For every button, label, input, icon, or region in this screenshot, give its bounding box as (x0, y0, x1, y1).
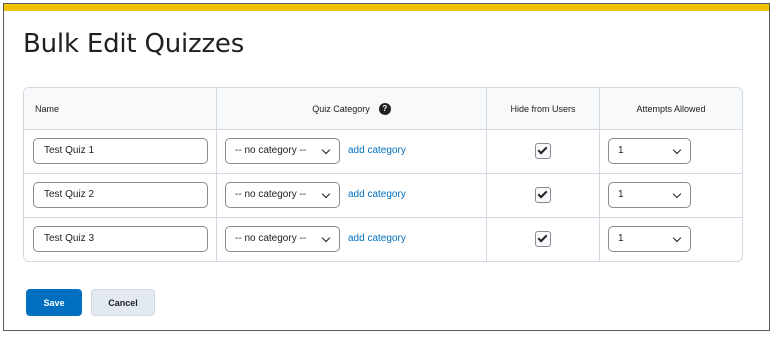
category-select[interactable]: -- no category -- (225, 182, 340, 208)
header-attempts: Attempts Allowed (636, 103, 706, 114)
quiz-name-input[interactable]: Test Quiz 1 (33, 138, 208, 164)
attempts-select-value: 1 (618, 189, 624, 200)
category-select-value: -- no category -- (235, 233, 307, 244)
table-row: Test Quiz 3 -- no category -- add catego… (24, 217, 742, 261)
hide-from-users-checkbox[interactable] (535, 231, 551, 247)
category-select-value: -- no category -- (235, 145, 307, 156)
chevron-down-icon (672, 145, 682, 155)
category-select[interactable]: -- no category -- (225, 226, 340, 252)
attempts-select[interactable]: 1 (608, 138, 691, 164)
quiz-name-input[interactable]: Test Quiz 3 (33, 226, 208, 252)
chevron-down-icon (672, 233, 682, 243)
category-select[interactable]: -- no category -- (225, 138, 340, 164)
page-title: Bulk Edit Quizzes (23, 29, 245, 59)
attempts-select[interactable]: 1 (608, 226, 691, 252)
save-button[interactable]: Save (26, 289, 82, 316)
hide-from-users-checkbox[interactable] (535, 143, 551, 159)
chevron-down-icon (672, 189, 682, 199)
hide-from-users-checkbox[interactable] (535, 187, 551, 203)
chevron-down-icon (321, 145, 331, 155)
table-header-row: Name Quiz Category ? Hide from Users Att… (24, 88, 742, 129)
help-icon[interactable]: ? (378, 102, 391, 115)
chevron-down-icon (321, 189, 331, 199)
quiz-name-input[interactable]: Test Quiz 2 (33, 182, 208, 208)
checkmark-icon (537, 232, 548, 243)
header-hide: Hide from Users (510, 103, 576, 114)
chevron-down-icon (321, 233, 331, 243)
checkmark-icon (537, 144, 548, 155)
add-category-link[interactable]: add category (348, 233, 406, 244)
accent-bar (4, 4, 769, 11)
quiz-table: Name Quiz Category ? Hide from Users Att… (23, 87, 743, 262)
table-row: Test Quiz 1 -- no category -- add catego… (24, 129, 742, 173)
attempts-select[interactable]: 1 (608, 182, 691, 208)
add-category-link[interactable]: add category (348, 145, 406, 156)
header-category: Quiz Category ? (217, 88, 486, 129)
table-row: Test Quiz 2 -- no category -- add catego… (24, 173, 742, 217)
header-category-label: Quiz Category (312, 103, 370, 114)
dialog-frame: Bulk Edit Quizzes Name Quiz Category ? H… (3, 3, 770, 331)
header-name: Name (35, 103, 60, 114)
cancel-button[interactable]: Cancel (91, 289, 155, 316)
attempts-select-value: 1 (618, 145, 624, 156)
attempts-select-value: 1 (618, 233, 624, 244)
category-select-value: -- no category -- (235, 189, 307, 200)
checkmark-icon (537, 188, 548, 199)
add-category-link[interactable]: add category (348, 189, 406, 200)
